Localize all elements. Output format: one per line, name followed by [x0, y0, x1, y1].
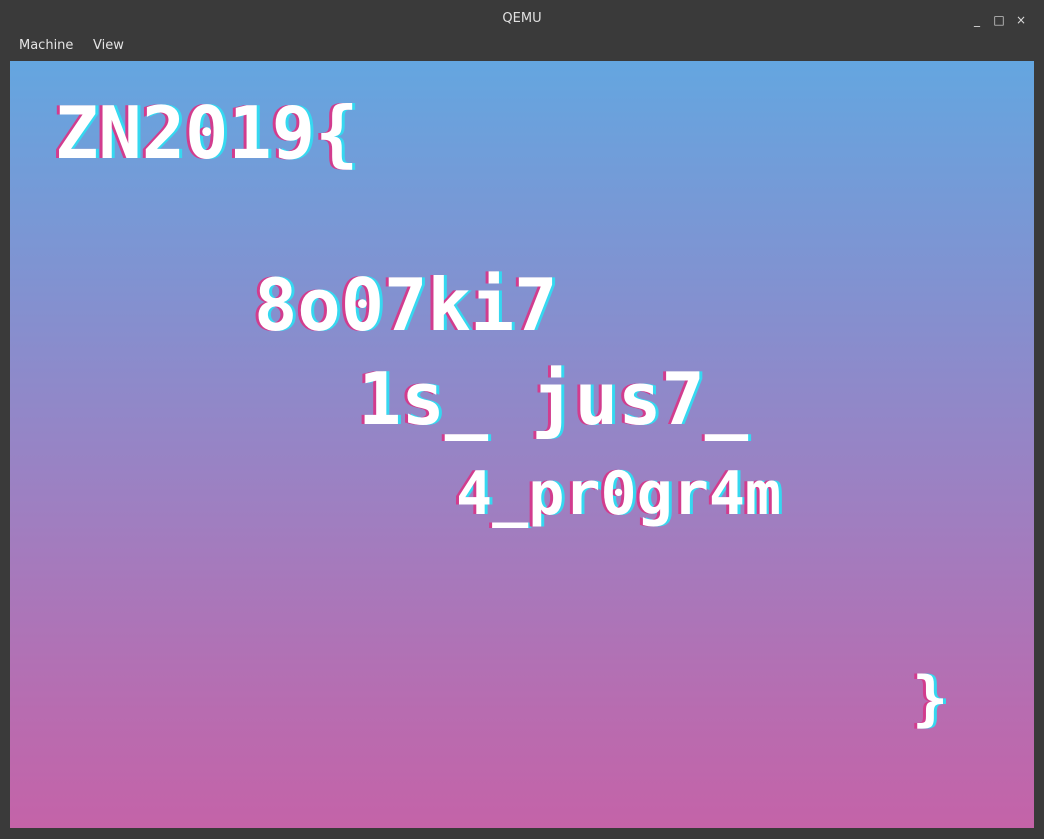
flag-line-5: } — [912, 664, 949, 734]
menu-bar: Machine View — [10, 32, 1034, 61]
menu-machine[interactable]: Machine — [19, 38, 73, 53]
window-title: QEMU — [502, 11, 542, 26]
flag-line-3: 1s_ jus7_ — [358, 357, 749, 441]
qemu-window: QEMU _ □ × Machine View ZN2019{ 8o07ki7 … — [0, 0, 1044, 839]
close-icon[interactable]: × — [1012, 11, 1030, 29]
flag-line-4: 4_pr0gr4m — [456, 459, 782, 529]
maximize-icon[interactable]: □ — [990, 11, 1008, 29]
menu-view[interactable]: View — [93, 38, 124, 53]
minimize-icon[interactable]: _ — [968, 11, 986, 29]
flag-line-1: ZN2019{ — [55, 91, 359, 175]
guest-display[interactable]: ZN2019{ 8o07ki7 1s_ jus7_ 4_pr0gr4m } — [10, 61, 1034, 828]
title-bar[interactable]: QEMU _ □ × — [10, 8, 1034, 32]
flag-line-2: 8o07ki7 — [254, 263, 558, 347]
